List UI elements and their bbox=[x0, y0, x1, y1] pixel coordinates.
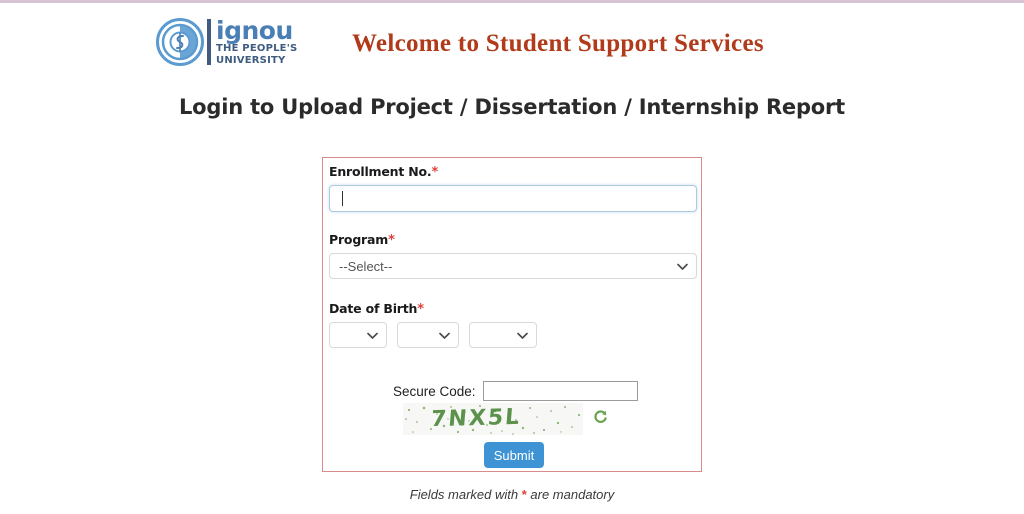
refresh-icon bbox=[593, 409, 608, 429]
field-group-enrollment: Enrollment No.* bbox=[329, 164, 697, 212]
program-label-text: Program bbox=[329, 232, 389, 247]
required-asterisk: * bbox=[388, 233, 395, 248]
required-asterisk: * bbox=[417, 302, 424, 317]
dob-year-select[interactable] bbox=[469, 322, 537, 348]
dob-label: Date of Birth* bbox=[329, 301, 697, 317]
page-header: ignou THE PEOPLE'S UNIVERSITY Welcome to… bbox=[0, 8, 1024, 70]
secure-code-input[interactable] bbox=[482, 381, 638, 401]
logo-name: ignou bbox=[216, 15, 293, 45]
top-accent-rule bbox=[0, 0, 1024, 3]
ignou-logo[interactable]: ignou THE PEOPLE'S UNIVERSITY bbox=[155, 14, 297, 70]
field-group-program: Program* --Select-- bbox=[329, 232, 697, 279]
chevron-down-icon bbox=[439, 328, 450, 343]
page-title: Login to Upload Project / Dissertation /… bbox=[178, 95, 846, 119]
program-select[interactable]: --Select-- bbox=[329, 253, 697, 279]
dob-label-text: Date of Birth bbox=[329, 301, 418, 316]
captcha-image: 7NX5L bbox=[403, 403, 583, 435]
dob-month-select[interactable] bbox=[397, 322, 459, 348]
captcha-row: 7NX5L bbox=[403, 403, 608, 435]
logo-tagline-line1: THE PEOPLE'S bbox=[216, 42, 298, 54]
dob-day-select[interactable] bbox=[329, 322, 387, 348]
text-cursor bbox=[342, 191, 343, 206]
enrollment-label: Enrollment No.* bbox=[329, 164, 697, 180]
enrollment-input[interactable] bbox=[329, 185, 697, 212]
secure-code-row: Secure Code: bbox=[393, 381, 638, 401]
logo-wordmark: ignou THE PEOPLE'S UNIVERSITY bbox=[216, 18, 297, 67]
chevron-down-icon bbox=[517, 328, 528, 343]
chevron-down-icon bbox=[367, 328, 378, 343]
logo-divider bbox=[207, 19, 211, 65]
mandatory-fields-note: Fields marked with * are mandatory bbox=[0, 487, 1024, 502]
submit-button[interactable]: Submit bbox=[484, 442, 544, 468]
secure-code-label: Secure Code: bbox=[393, 383, 476, 399]
program-label: Program* bbox=[329, 232, 697, 248]
field-group-dob: Date of Birth* bbox=[329, 301, 697, 348]
captcha-code-text: 7NX5L bbox=[429, 404, 523, 433]
program-selected-value: --Select-- bbox=[339, 258, 393, 274]
ignou-emblem-icon bbox=[155, 17, 205, 67]
note-prefix: Fields marked with bbox=[409, 487, 522, 502]
note-suffix: are mandatory bbox=[526, 487, 615, 502]
required-asterisk: * bbox=[431, 165, 439, 180]
login-form: Enrollment No.* Program* --Select-- Date… bbox=[322, 157, 702, 472]
site-title: Welcome to Student Support Services bbox=[352, 30, 764, 57]
logo-tagline-line2: UNIVERSITY bbox=[216, 54, 286, 66]
captcha-refresh-button[interactable] bbox=[593, 409, 608, 429]
chevron-down-icon bbox=[677, 259, 688, 274]
enrollment-label-text: Enrollment No. bbox=[329, 164, 432, 179]
dob-select-row bbox=[329, 322, 697, 348]
